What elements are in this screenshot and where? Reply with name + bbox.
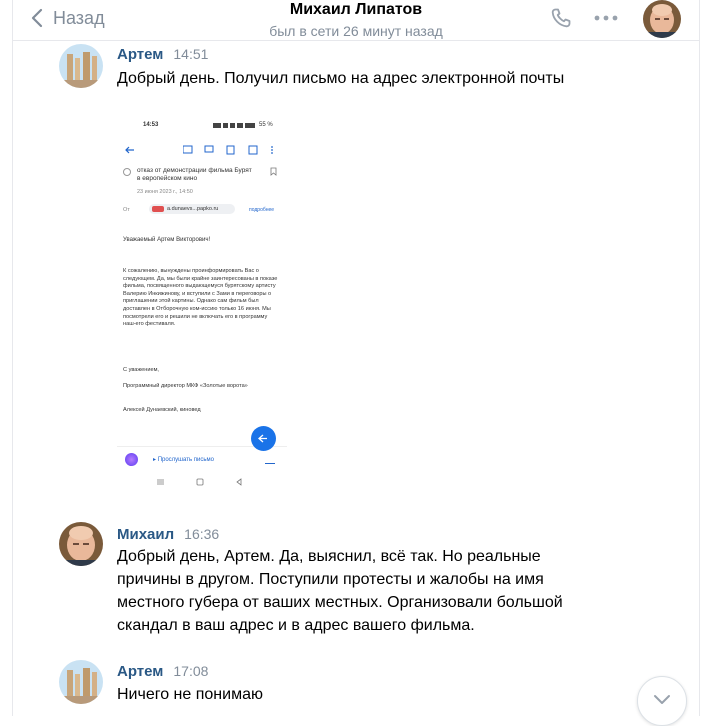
sender-chip: a.dunaevs...papko.ru	[149, 204, 235, 214]
scroll-down-button[interactable]	[637, 676, 687, 726]
mail-toolbar-icons	[183, 145, 273, 155]
avatar-photo	[59, 44, 103, 88]
chat-header: Назад Михаил Липатов был в сети 26 минут…	[13, 0, 699, 41]
avatar-photo	[643, 0, 681, 38]
phone-battery: 55 %	[259, 122, 273, 128]
listen-button: ▸ Прослушать письмо	[153, 457, 214, 463]
more-dots-icon	[594, 15, 618, 21]
details-link: подробнее	[249, 207, 275, 213]
message-text: Добрый день, Артем. Да, выяснил, всё так…	[117, 548, 563, 634]
reply-fab	[251, 426, 276, 451]
call-button[interactable]	[549, 6, 573, 35]
sender-address: a.dunaevs...papko.ru	[167, 206, 219, 212]
from-label: От	[123, 207, 130, 213]
message-author[interactable]: Артем 17:08	[117, 663, 208, 680]
email-subject: отказ от демонстрации фильма Бурят в евр…	[137, 167, 252, 182]
message-author[interactable]: Артем 14:51	[117, 46, 208, 63]
reply-icon	[258, 434, 267, 443]
pencil-icon	[265, 455, 275, 464]
select-circle-icon	[123, 168, 131, 176]
assistant-icon	[125, 453, 138, 466]
message-text: Добрый день. Получил письмо на адрес эле…	[117, 70, 565, 87]
email-greeting: Уважаемый Артем Викторович!	[123, 237, 211, 243]
email-date: 23 июня 2023 г., 14:50	[137, 189, 193, 195]
avatar[interactable]	[59, 44, 103, 88]
message-text: Ничего не понимаю	[117, 686, 263, 703]
email-signature-name: Алексей Дунаевский, киновед	[123, 407, 201, 413]
status-bar-icons	[213, 123, 255, 128]
avatar[interactable]	[59, 522, 103, 566]
message-time: 16:36	[184, 526, 220, 542]
avatar-photo	[59, 660, 103, 704]
message-author[interactable]: Михаил 16:36	[117, 526, 219, 543]
email-body: К сожалению, вынуждены проинформировать …	[123, 268, 278, 328]
bookmark-icon	[270, 167, 277, 176]
phone-icon	[551, 8, 571, 28]
image-attachment[interactable]: 14:53 55 % отказ от демонстрации фильма …	[117, 113, 287, 491]
email-regards: С уважением,	[123, 367, 159, 373]
more-button[interactable]	[593, 8, 619, 33]
message-time: 14:51	[173, 46, 209, 62]
phone-status-time: 14:53	[143, 122, 159, 128]
message-time: 17:08	[173, 663, 209, 679]
listen-label: Прослушать письмо	[157, 457, 214, 463]
avatar[interactable]	[59, 660, 103, 704]
chevron-down-icon	[654, 695, 670, 704]
chat-window: Назад Михаил Липатов был в сети 26 минут…	[12, 0, 700, 726]
email-signature: Программный директор МКФ «Золотые ворота…	[123, 383, 248, 389]
sender-logo-icon	[152, 206, 164, 212]
contact-avatar[interactable]	[643, 0, 681, 38]
avatar-photo	[59, 522, 103, 566]
android-nav-bar	[157, 478, 242, 486]
arrow-left-icon	[125, 146, 134, 154]
